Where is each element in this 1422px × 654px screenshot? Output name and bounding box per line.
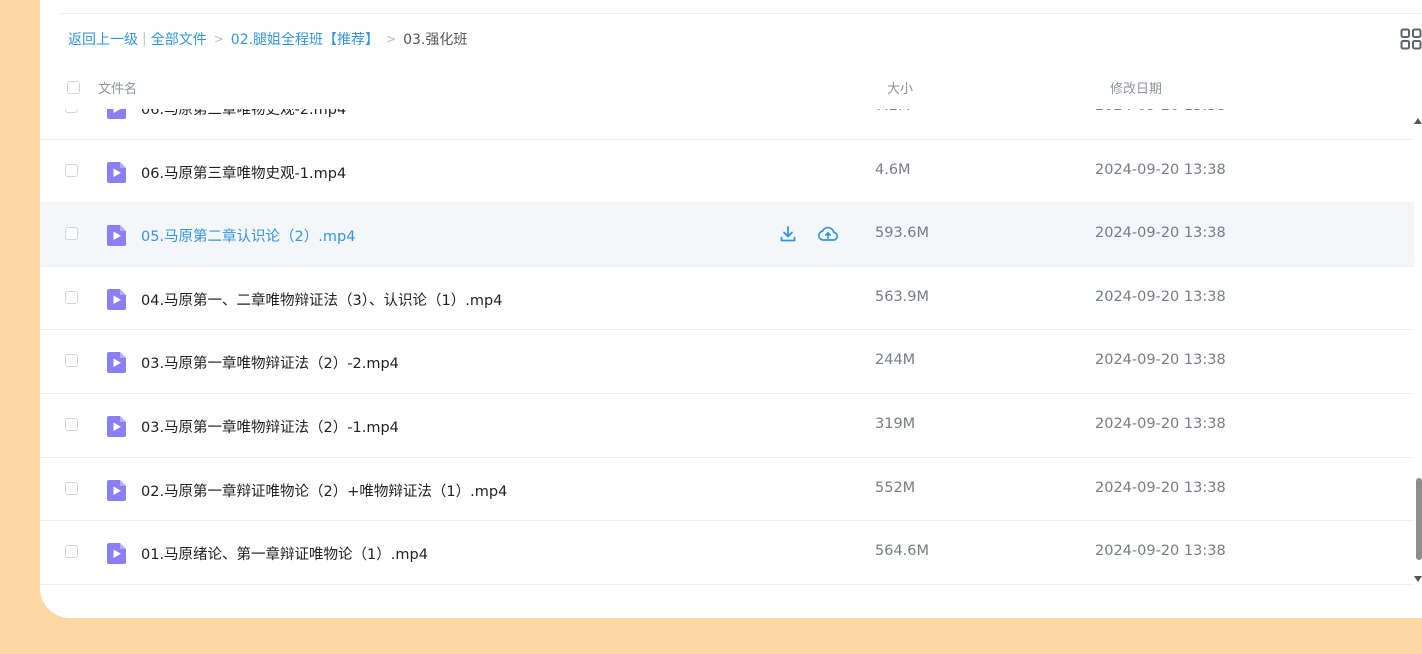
file-row[interactable]: 04.马原第一、二章唯物辩证法（3）、认识论（1）.mp4 563.9M 2024-… <box>40 267 1414 331</box>
column-header-size[interactable]: 大小 <box>887 78 913 97</box>
scroll-up-arrow[interactable] <box>1414 118 1422 124</box>
file-row[interactable]: 05.马原第二章认识论（2）.mp4 593.6M 2024-09-20 13:38 <box>40 203 1414 267</box>
breadcrumb-separator: > <box>213 32 224 46</box>
file-name[interactable]: 06.马原第三章唯物史观-2.mp4 <box>141 109 346 119</box>
file-date: 2024-09-20 13:38 <box>1095 161 1226 178</box>
breadcrumb-current-folder: 03.强化班 <box>403 32 468 48</box>
row-checkbox[interactable] <box>65 290 78 304</box>
breadcrumb-separator: > <box>386 32 397 46</box>
back-link[interactable]: 返回上一级 <box>68 32 138 48</box>
file-row[interactable]: 06.马原第三章唯物史观-2.mp4 7.2M 2024-09-20 13:38 <box>40 109 1414 140</box>
video-file-icon <box>104 109 129 121</box>
file-name[interactable]: 02.马原第一章辩证唯物论（2）+唯物辩证法（1）.mp4 <box>141 480 507 501</box>
list-header: 文件名 大小 修改日期 <box>40 74 1422 108</box>
scroll-thumb[interactable] <box>1416 478 1422 560</box>
file-date: 2024-09-20 13:38 <box>1095 225 1226 242</box>
select-all-checkbox[interactable] <box>67 81 80 94</box>
file-row[interactable]: 03.马原第一章唯物辩证法（2）-2.mp4 244M 2024-09-20 13:… <box>40 330 1414 394</box>
video-file-icon <box>104 478 129 503</box>
file-name[interactable]: 05.马原第二章认识论（2）.mp4 <box>141 225 355 246</box>
file-date: 2024-09-20 13:38 <box>1095 109 1226 114</box>
file-date: 2024-09-20 13:38 <box>1095 543 1226 560</box>
file-name[interactable]: 03.马原第一章唯物辩证法（2）-1.mp4 <box>141 416 399 437</box>
video-file-icon <box>104 287 129 312</box>
file-row[interactable]: 01.马原绪论、第一章辩证唯物论（1）.mp4 564.6M 2024-09-20 … <box>40 521 1414 585</box>
grid-view-icon[interactable] <box>1400 28 1422 50</box>
file-row[interactable]: 06.马原第三章唯物史观-1.mp4 4.6M 2024-09-20 13:38 <box>40 140 1414 204</box>
column-header-name[interactable]: 文件名 <box>98 78 137 97</box>
breadcrumb: 返回上一级 | 全部文件 >02.腿姐全程班【推荐】 >03.强化班 <box>68 29 467 49</box>
file-name[interactable]: 06.马原第三章唯物史观-1.mp4 <box>141 162 346 183</box>
row-checkbox[interactable] <box>65 109 78 113</box>
video-file-icon <box>104 541 129 566</box>
cloud-upload-icon[interactable] <box>817 223 839 245</box>
file-size: 563.9M <box>875 288 930 305</box>
file-size: 593.6M <box>875 225 930 242</box>
breadcrumb-folder-link[interactable]: 02.腿姐全程班【推荐】 <box>231 32 379 48</box>
file-date: 2024-09-20 13:38 <box>1095 479 1226 496</box>
file-date: 2024-09-20 13:38 <box>1095 352 1226 369</box>
top-divider <box>60 13 1422 14</box>
all-files-link[interactable]: 全部文件 <box>151 32 207 48</box>
row-checkbox[interactable] <box>65 163 78 177</box>
file-date: 2024-09-20 13:38 <box>1095 415 1226 432</box>
video-file-icon <box>104 160 129 185</box>
file-size: 319M <box>875 415 916 432</box>
file-name[interactable]: 04.马原第一、二章唯物辩证法（3）、认识论（1）.mp4 <box>141 289 502 310</box>
column-header-date[interactable]: 修改日期 <box>1110 78 1162 97</box>
scroll-down-arrow[interactable] <box>1414 576 1422 582</box>
file-list: 06.马原第三章唯物史观-2.mp47.2M2024-09-20 13:3806… <box>40 109 1414 590</box>
row-checkbox[interactable] <box>65 481 78 495</box>
file-size: 564.6M <box>875 543 930 560</box>
file-name[interactable]: 03.马原第一章唯物辩证法（2）-2.mp4 <box>141 352 399 373</box>
file-size: 244M <box>875 352 916 369</box>
video-file-icon <box>104 350 129 375</box>
row-checkbox[interactable] <box>65 227 78 241</box>
file-browser-panel: 返回上一级 | 全部文件 >02.腿姐全程班【推荐】 >03.强化班 文件名 大小 修改… <box>40 0 1422 618</box>
download-icon[interactable] <box>778 224 798 244</box>
video-file-icon <box>104 223 129 248</box>
video-file-icon <box>104 414 129 439</box>
file-size: 552M <box>875 479 916 496</box>
scrollbar[interactable] <box>1414 110 1422 582</box>
file-row[interactable]: 03.马原第一章唯物辩证法（2）-1.mp4 319M 2024-09-20 13:… <box>40 394 1414 458</box>
file-size: 4.6M <box>875 161 911 178</box>
file-size: 7.2M <box>875 109 911 114</box>
breadcrumb-pipe: | <box>142 31 147 47</box>
row-checkbox[interactable] <box>65 545 78 559</box>
file-date: 2024-09-20 13:38 <box>1095 288 1226 305</box>
row-checkbox[interactable] <box>65 417 78 431</box>
file-row[interactable]: 02.马原第一章辩证唯物论（2）+唯物辩证法（1）.mp4 552M 2024-09… <box>40 458 1414 522</box>
row-checkbox[interactable] <box>65 354 78 368</box>
file-name[interactable]: 01.马原绪论、第一章辩证唯物论（1）.mp4 <box>141 543 428 564</box>
